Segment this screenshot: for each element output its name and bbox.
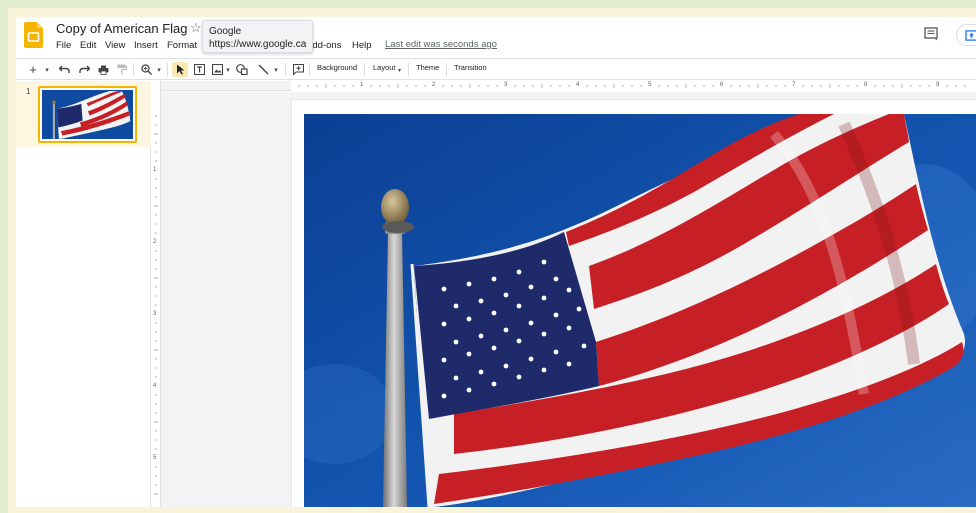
- toolbar: + ▾ ▾ ▾ ▾ Background Layout ▾ Theme Tran…: [16, 58, 976, 80]
- menu-format[interactable]: Format: [167, 40, 197, 51]
- ruler-label: 4: [576, 82, 580, 88]
- present-button[interactable]: [956, 24, 976, 46]
- ruler-label: 5: [153, 455, 157, 461]
- ruler-label: 2: [153, 239, 157, 245]
- menu-file[interactable]: File: [56, 40, 71, 51]
- horizontal-ruler: 1 2 3 4 5 6 7 8 9: [161, 81, 976, 91]
- line-icon[interactable]: [256, 62, 270, 77]
- ruler-label: 7: [792, 82, 796, 88]
- menu-view[interactable]: View: [105, 40, 125, 51]
- slide-page[interactable]: [292, 100, 976, 507]
- tooltip-title: Google: [209, 26, 242, 37]
- ruler-label: 1: [360, 82, 364, 88]
- menu-help[interactable]: Help: [352, 40, 372, 51]
- zoom-icon[interactable]: [139, 62, 153, 77]
- slide-number: 1: [26, 87, 31, 96]
- shape-icon[interactable]: [235, 62, 249, 77]
- slide-filmstrip: 1: [16, 81, 151, 507]
- ruler-label: 5: [648, 82, 652, 88]
- flag-photo: [304, 114, 976, 507]
- new-slide-icon[interactable]: +: [26, 62, 40, 77]
- menu-edit[interactable]: Edit: [80, 40, 96, 51]
- redo-icon[interactable]: [77, 62, 91, 77]
- slides-app: Copy of American Flag ☆ File Edit View I…: [16, 17, 976, 507]
- add-comment-icon[interactable]: [291, 62, 305, 77]
- layout-dropdown-icon[interactable]: ▾: [396, 63, 403, 78]
- ruler-label: 6: [720, 82, 724, 88]
- select-cursor-icon[interactable]: [172, 62, 188, 77]
- thumbnail-flag-image: [42, 90, 133, 139]
- menu-insert[interactable]: Insert: [134, 40, 158, 51]
- present-icon: [965, 30, 976, 41]
- ruler-label: 1: [153, 167, 157, 173]
- ruler-label: 8: [864, 82, 868, 88]
- tooltip-url: https://www.google.ca: [209, 39, 307, 50]
- horizontal-ruler-ticks: 1 2 3 4 5 6 7 8 9: [291, 81, 976, 91]
- ruler-label: 9: [936, 82, 940, 88]
- star-icon[interactable]: ☆: [190, 20, 202, 36]
- paint-format-icon[interactable]: [115, 62, 129, 77]
- new-slide-dropdown-icon[interactable]: ▾: [43, 62, 51, 77]
- line-dropdown-icon[interactable]: ▾: [272, 62, 280, 77]
- ruler-label: 2: [432, 82, 436, 88]
- slide-thumbnail[interactable]: [38, 86, 137, 143]
- text-box-icon[interactable]: [192, 62, 206, 77]
- transition-button[interactable]: Transition: [454, 63, 487, 72]
- theme-button[interactable]: Theme: [416, 63, 439, 72]
- ruler-label: 3: [504, 82, 508, 88]
- last-edit-link[interactable]: Last edit was seconds ago: [385, 39, 497, 50]
- comment-history-icon[interactable]: [924, 27, 938, 41]
- image-dropdown-icon[interactable]: ▾: [224, 62, 232, 77]
- print-icon[interactable]: [96, 62, 110, 77]
- image-icon[interactable]: [210, 62, 224, 77]
- link-tooltip: Google https://www.google.ca: [202, 20, 313, 53]
- layout-button[interactable]: Layout: [373, 63, 396, 72]
- zoom-dropdown-icon[interactable]: ▾: [155, 62, 163, 77]
- ruler-label: 4: [153, 383, 157, 389]
- slide-canvas: [161, 92, 976, 507]
- undo-icon[interactable]: [57, 62, 71, 77]
- background-button[interactable]: Background: [317, 63, 357, 72]
- ruler-label: 3: [153, 311, 157, 317]
- slides-logo-icon[interactable]: [24, 22, 43, 48]
- american-flag-image[interactable]: [304, 114, 976, 507]
- document-title[interactable]: Copy of American Flag: [56, 21, 188, 36]
- app-header: Copy of American Flag ☆ File Edit View I…: [16, 17, 976, 57]
- vertical-ruler: 1 2 3 4 5: [151, 81, 161, 507]
